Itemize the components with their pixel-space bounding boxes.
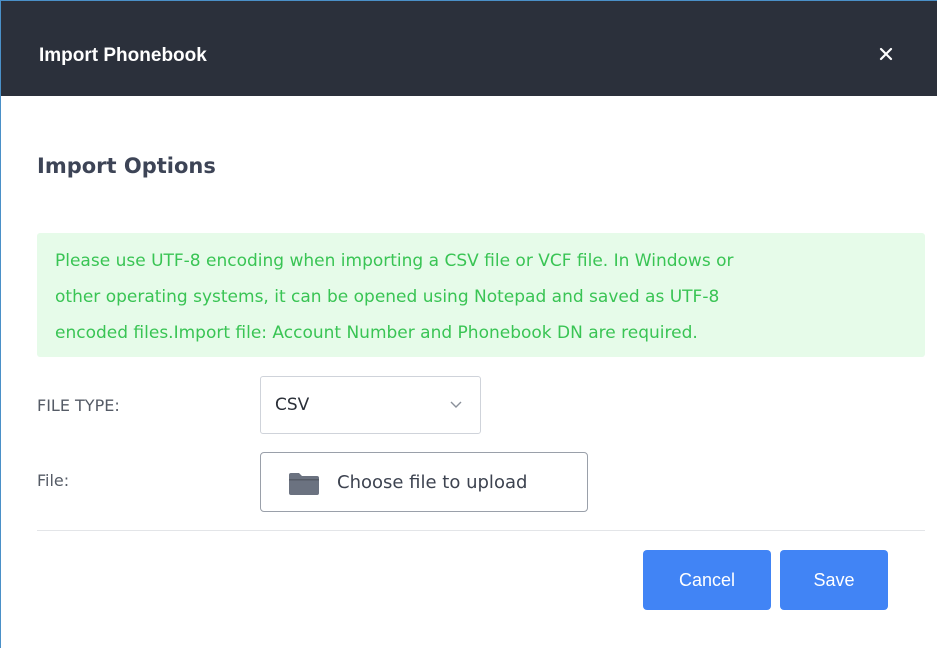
close-button[interactable] bbox=[873, 41, 899, 67]
close-icon bbox=[879, 47, 893, 61]
encoding-notice: Please use UTF-8 encoding when importing… bbox=[37, 233, 925, 357]
notice-line: Please use UTF-8 encoding when importing… bbox=[55, 251, 734, 271]
cancel-button[interactable]: Cancel bbox=[643, 550, 771, 610]
footer-divider bbox=[37, 530, 925, 531]
notice-line: encoded files.Import file: Account Numbe… bbox=[55, 323, 698, 343]
import-phonebook-dialog: Import Phonebook Import Options Please u… bbox=[0, 0, 937, 648]
dialog-title: Import Phonebook bbox=[39, 45, 207, 66]
choose-file-button[interactable]: Choose file to upload bbox=[260, 452, 588, 512]
upload-label: Choose file to upload bbox=[337, 472, 528, 493]
file-type-value: CSV bbox=[275, 395, 310, 415]
notice-line: other operating systems, it can be opene… bbox=[55, 287, 720, 307]
file-type-label: FILE TYPE: bbox=[37, 396, 120, 415]
file-type-select[interactable]: CSV bbox=[260, 376, 481, 434]
dialog-header: Import Phonebook bbox=[1, 1, 937, 96]
file-label: File: bbox=[37, 471, 70, 490]
folder-icon bbox=[289, 473, 319, 495]
save-button[interactable]: Save bbox=[780, 550, 888, 610]
section-title: Import Options bbox=[37, 154, 216, 178]
chevron-down-icon bbox=[450, 401, 462, 408]
